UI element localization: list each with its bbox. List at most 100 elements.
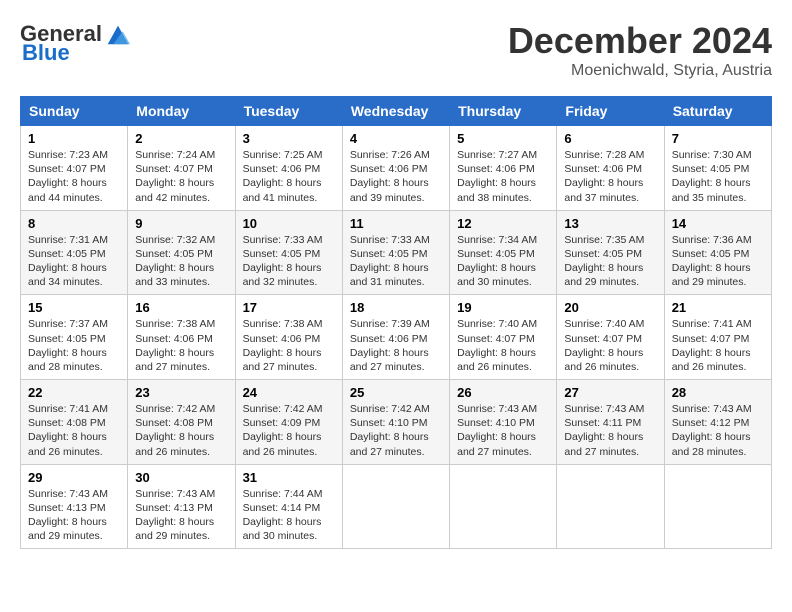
day-cell-14: 14 Sunrise: 7:36 AM Sunset: 4:05 PM Dayl… [664,210,771,295]
day-number: 2 [135,131,227,146]
empty-cell [664,464,771,549]
day-info: Sunrise: 7:28 AM Sunset: 4:06 PM Dayligh… [564,148,656,205]
day-info: Sunrise: 7:43 AM Sunset: 4:13 PM Dayligh… [28,487,120,544]
day-info: Sunrise: 7:38 AM Sunset: 4:06 PM Dayligh… [135,317,227,374]
day-cell-12: 12 Sunrise: 7:34 AM Sunset: 4:05 PM Dayl… [450,210,557,295]
day-info: Sunrise: 7:32 AM Sunset: 4:05 PM Dayligh… [135,233,227,290]
calendar-week-row: 1 Sunrise: 7:23 AM Sunset: 4:07 PM Dayli… [21,126,772,211]
empty-cell [450,464,557,549]
day-number: 24 [243,385,335,400]
day-cell-9: 9 Sunrise: 7:32 AM Sunset: 4:05 PM Dayli… [128,210,235,295]
header-saturday: Saturday [664,97,771,126]
day-info: Sunrise: 7:31 AM Sunset: 4:05 PM Dayligh… [28,233,120,290]
month-title: December 2024 [508,20,772,62]
calendar-week-row: 15 Sunrise: 7:37 AM Sunset: 4:05 PM Dayl… [21,295,772,380]
logo-blue: Blue [22,40,70,66]
header-tuesday: Tuesday [235,97,342,126]
day-cell-6: 6 Sunrise: 7:28 AM Sunset: 4:06 PM Dayli… [557,126,664,211]
day-info: Sunrise: 7:36 AM Sunset: 4:05 PM Dayligh… [672,233,764,290]
page-header: General Blue December 2024 Moenichwald, … [20,20,772,80]
day-number: 8 [28,216,120,231]
empty-cell [557,464,664,549]
day-info: Sunrise: 7:26 AM Sunset: 4:06 PM Dayligh… [350,148,442,205]
day-number: 11 [350,216,442,231]
day-number: 16 [135,300,227,315]
day-number: 10 [243,216,335,231]
day-number: 14 [672,216,764,231]
logo: General Blue [20,20,132,66]
calendar-week-row: 8 Sunrise: 7:31 AM Sunset: 4:05 PM Dayli… [21,210,772,295]
day-cell-16: 16 Sunrise: 7:38 AM Sunset: 4:06 PM Dayl… [128,295,235,380]
day-info: Sunrise: 7:42 AM Sunset: 4:08 PM Dayligh… [135,402,227,459]
weekday-header-row: Sunday Monday Tuesday Wednesday Thursday… [21,97,772,126]
day-cell-24: 24 Sunrise: 7:42 AM Sunset: 4:09 PM Dayl… [235,380,342,465]
day-info: Sunrise: 7:30 AM Sunset: 4:05 PM Dayligh… [672,148,764,205]
day-number: 3 [243,131,335,146]
day-number: 15 [28,300,120,315]
day-cell-15: 15 Sunrise: 7:37 AM Sunset: 4:05 PM Dayl… [21,295,128,380]
day-info: Sunrise: 7:24 AM Sunset: 4:07 PM Dayligh… [135,148,227,205]
day-cell-1: 1 Sunrise: 7:23 AM Sunset: 4:07 PM Dayli… [21,126,128,211]
day-info: Sunrise: 7:33 AM Sunset: 4:05 PM Dayligh… [350,233,442,290]
day-cell-17: 17 Sunrise: 7:38 AM Sunset: 4:06 PM Dayl… [235,295,342,380]
title-area: December 2024 Moenichwald, Styria, Austr… [508,20,772,80]
logo-icon [104,20,132,48]
day-number: 26 [457,385,549,400]
day-cell-30: 30 Sunrise: 7:43 AM Sunset: 4:13 PM Dayl… [128,464,235,549]
day-cell-27: 27 Sunrise: 7:43 AM Sunset: 4:11 PM Dayl… [557,380,664,465]
day-number: 29 [28,470,120,485]
day-number: 1 [28,131,120,146]
empty-cell [342,464,449,549]
day-info: Sunrise: 7:43 AM Sunset: 4:13 PM Dayligh… [135,487,227,544]
day-cell-4: 4 Sunrise: 7:26 AM Sunset: 4:06 PM Dayli… [342,126,449,211]
day-number: 28 [672,385,764,400]
location-subtitle: Moenichwald, Styria, Austria [508,62,772,80]
header-friday: Friday [557,97,664,126]
day-cell-11: 11 Sunrise: 7:33 AM Sunset: 4:05 PM Dayl… [342,210,449,295]
day-number: 30 [135,470,227,485]
day-cell-13: 13 Sunrise: 7:35 AM Sunset: 4:05 PM Dayl… [557,210,664,295]
day-number: 21 [672,300,764,315]
day-cell-10: 10 Sunrise: 7:33 AM Sunset: 4:05 PM Dayl… [235,210,342,295]
day-cell-20: 20 Sunrise: 7:40 AM Sunset: 4:07 PM Dayl… [557,295,664,380]
day-number: 12 [457,216,549,231]
calendar-week-row: 22 Sunrise: 7:41 AM Sunset: 4:08 PM Dayl… [21,380,772,465]
day-number: 7 [672,131,764,146]
day-cell-2: 2 Sunrise: 7:24 AM Sunset: 4:07 PM Dayli… [128,126,235,211]
day-info: Sunrise: 7:44 AM Sunset: 4:14 PM Dayligh… [243,487,335,544]
header-wednesday: Wednesday [342,97,449,126]
header-thursday: Thursday [450,97,557,126]
day-info: Sunrise: 7:37 AM Sunset: 4:05 PM Dayligh… [28,317,120,374]
day-cell-18: 18 Sunrise: 7:39 AM Sunset: 4:06 PM Dayl… [342,295,449,380]
day-number: 25 [350,385,442,400]
day-info: Sunrise: 7:41 AM Sunset: 4:08 PM Dayligh… [28,402,120,459]
day-number: 4 [350,131,442,146]
day-info: Sunrise: 7:34 AM Sunset: 4:05 PM Dayligh… [457,233,549,290]
day-cell-26: 26 Sunrise: 7:43 AM Sunset: 4:10 PM Dayl… [450,380,557,465]
day-info: Sunrise: 7:23 AM Sunset: 4:07 PM Dayligh… [28,148,120,205]
day-number: 17 [243,300,335,315]
day-cell-23: 23 Sunrise: 7:42 AM Sunset: 4:08 PM Dayl… [128,380,235,465]
calendar-week-row: 29 Sunrise: 7:43 AM Sunset: 4:13 PM Dayl… [21,464,772,549]
day-info: Sunrise: 7:39 AM Sunset: 4:06 PM Dayligh… [350,317,442,374]
day-number: 22 [28,385,120,400]
day-cell-28: 28 Sunrise: 7:43 AM Sunset: 4:12 PM Dayl… [664,380,771,465]
day-info: Sunrise: 7:40 AM Sunset: 4:07 PM Dayligh… [457,317,549,374]
day-info: Sunrise: 7:43 AM Sunset: 4:10 PM Dayligh… [457,402,549,459]
day-cell-21: 21 Sunrise: 7:41 AM Sunset: 4:07 PM Dayl… [664,295,771,380]
calendar-table: Sunday Monday Tuesday Wednesday Thursday… [20,96,772,549]
day-info: Sunrise: 7:41 AM Sunset: 4:07 PM Dayligh… [672,317,764,374]
day-info: Sunrise: 7:42 AM Sunset: 4:09 PM Dayligh… [243,402,335,459]
day-number: 20 [564,300,656,315]
day-number: 23 [135,385,227,400]
day-cell-5: 5 Sunrise: 7:27 AM Sunset: 4:06 PM Dayli… [450,126,557,211]
day-info: Sunrise: 7:42 AM Sunset: 4:10 PM Dayligh… [350,402,442,459]
day-cell-7: 7 Sunrise: 7:30 AM Sunset: 4:05 PM Dayli… [664,126,771,211]
header-monday: Monday [128,97,235,126]
day-info: Sunrise: 7:35 AM Sunset: 4:05 PM Dayligh… [564,233,656,290]
day-cell-25: 25 Sunrise: 7:42 AM Sunset: 4:10 PM Dayl… [342,380,449,465]
header-sunday: Sunday [21,97,128,126]
day-number: 31 [243,470,335,485]
day-number: 19 [457,300,549,315]
day-number: 13 [564,216,656,231]
